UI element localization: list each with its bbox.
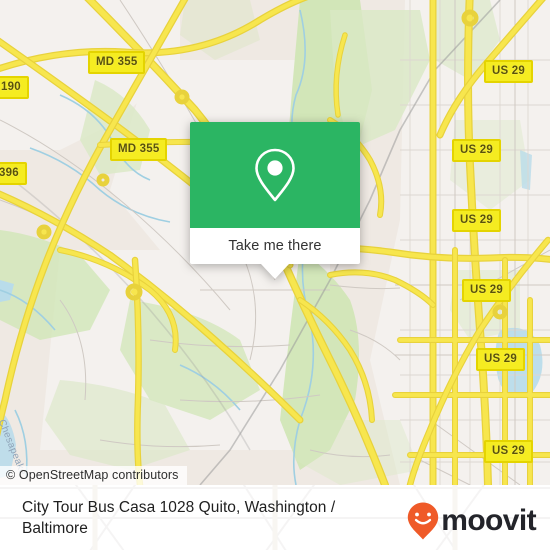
moovit-wordmark: moovit bbox=[441, 504, 536, 537]
road-shield: US 29 bbox=[476, 348, 525, 371]
popup-action-label: Take me there bbox=[228, 238, 322, 254]
road-shield: US 29 bbox=[452, 139, 501, 162]
moovit-brand: moovit bbox=[406, 501, 537, 541]
location-popup[interactable]: Take me there bbox=[190, 122, 360, 279]
road-shield: MD 355 bbox=[88, 51, 146, 74]
road-shield: US 29 bbox=[484, 440, 533, 463]
place-title: City Tour Bus Casa 1028 Quito, Washingto… bbox=[22, 499, 336, 537]
popup-header bbox=[190, 122, 360, 228]
popup-action[interactable]: Take me there bbox=[190, 228, 360, 264]
map-attribution: © OpenStreetMap contributors bbox=[0, 466, 187, 485]
map-pin-icon bbox=[255, 148, 295, 202]
road-shield: MD 355 bbox=[110, 138, 168, 161]
map-canvas[interactable]: .park { fill:#cfe5b4; } .park2 { fill:#d… bbox=[0, 0, 550, 485]
road-shield: US 29 bbox=[484, 60, 533, 83]
screenshot-root: .park { fill:#cfe5b4; } .park2 { fill:#d… bbox=[0, 0, 550, 550]
footer-bar: City Tour Bus Casa 1028 Quito, Washingto… bbox=[0, 485, 550, 550]
popup-tail bbox=[261, 264, 289, 279]
road-shield: US 29 bbox=[452, 209, 501, 232]
road-shield: 396 bbox=[0, 162, 27, 185]
road-shield: 190 bbox=[0, 76, 29, 99]
moovit-pin-smiley-icon bbox=[408, 502, 439, 540]
road-shield: US 29 bbox=[462, 279, 511, 302]
